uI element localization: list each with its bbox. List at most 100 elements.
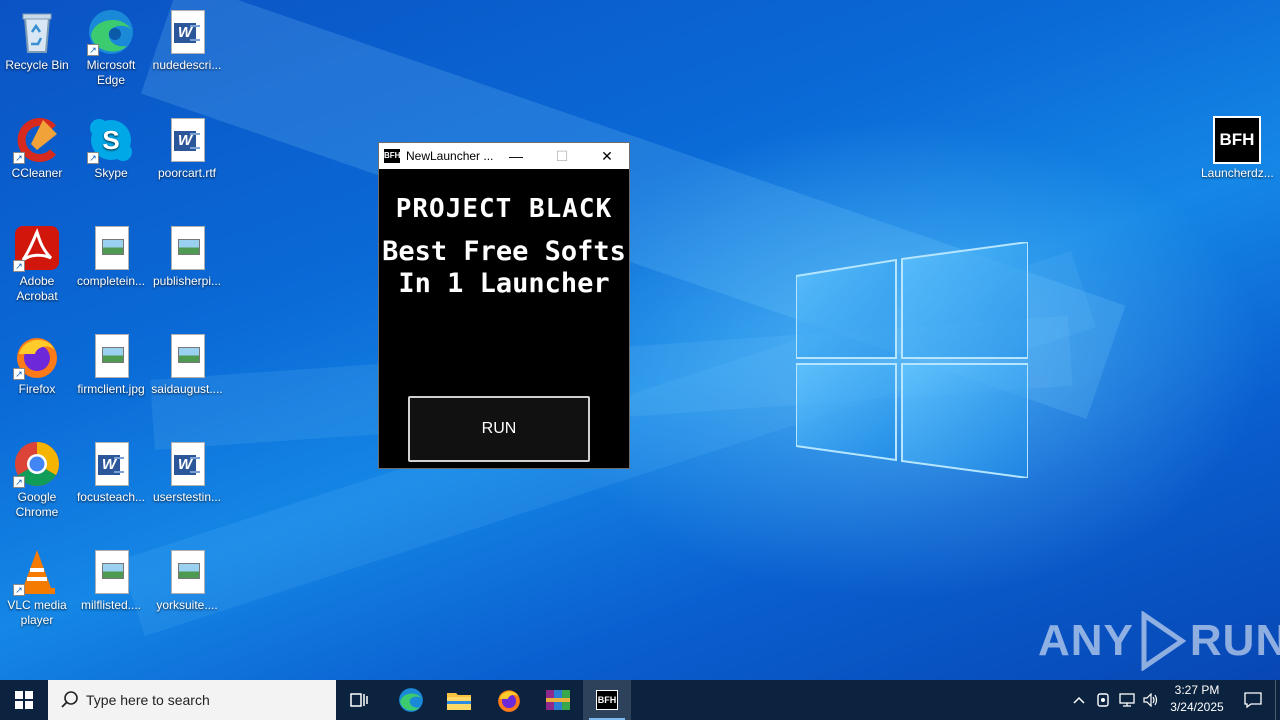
desktop-icon-userstestin[interactable]: W userstestin... [150,440,224,505]
icon-label: poorcart.rtf [157,166,217,180]
desktop-icon-yorksuite[interactable]: yorksuite.... [150,548,224,613]
icon-label: Launcherdz... [1201,166,1274,180]
icon-label: nudedescri... [152,58,222,72]
desktop-icon-firefox[interactable]: ↗ Firefox [0,332,74,397]
image-file-icon [163,224,211,272]
bfh-app-icon: BFH [1213,116,1261,164]
folder-icon [447,693,471,710]
bfh-app-icon: BFH [596,690,618,710]
desktop-icon-saidaugust[interactable]: saidaugust.... [150,332,224,397]
taskbar-bfh-launcher[interactable]: BFH [583,680,631,720]
icon-label: Firefox [18,382,56,396]
watermark-text-right: RUN [1189,616,1280,665]
taskbar-firefox[interactable] [485,680,533,720]
word-document-icon: W [163,116,211,164]
icon-label: CCleaner [11,166,63,180]
show-hidden-icons-button[interactable] [1068,680,1090,720]
shortcut-arrow-icon: ↗ [87,44,99,56]
icon-label: Skype [94,166,128,180]
close-button[interactable]: ✕ [584,143,630,169]
desktop-icon-nudedescri[interactable]: W nudedescri... [150,8,224,73]
vlc-icon: ↗ [13,548,61,596]
show-desktop-button[interactable] [1275,680,1280,720]
taskbar-edge[interactable] [387,680,435,720]
volume-icon [1143,693,1158,707]
desktop-icon-ccleaner[interactable]: ↗ CCleaner [0,116,74,181]
notification-icon [1244,692,1262,708]
network-icon [1119,693,1135,707]
icon-label: milflisted.... [80,598,141,612]
taskbar-winrar[interactable] [534,680,582,720]
word-document-icon: W [163,8,211,56]
taskbar: BFH 3:27 PM 3/24/2025 [0,680,1280,720]
icon-label: publisherpi... [152,274,222,288]
icon-label: completein... [76,274,146,288]
chrome-icon: ↗ [13,440,61,488]
shortcut-arrow-icon: ↗ [13,260,25,272]
desktop-icon-skype[interactable]: S ↗ Skype [74,116,148,181]
tagline-line-1: Best Free Softs [382,236,626,267]
desktop-icon-launcherdz[interactable]: BFH Launcherdz... [1200,116,1274,181]
desktop-icon-google-chrome[interactable]: ↗ Google Chrome [0,440,74,520]
icon-label: yorksuite.... [156,598,218,612]
shortcut-arrow-icon: ↗ [13,584,25,596]
shortcut-arrow-icon: ↗ [13,368,25,380]
window-title: NewLauncher ... [406,149,494,163]
icon-label: Recycle Bin [5,58,69,72]
recycle-bin-icon [13,8,61,56]
desktop-icon-vlc[interactable]: ↗ VLC media player [0,548,74,628]
window-titlebar[interactable]: BFH NewLauncher ... — ☐ ✕ [379,143,629,169]
shortcut-arrow-icon: ↗ [13,476,25,488]
close-icon: ✕ [601,147,613,164]
image-file-icon [87,548,135,596]
clock-time: 3:27 PM [1174,683,1220,697]
desktop-icon-focusteach[interactable]: W focusteach... [74,440,148,505]
maximize-button[interactable]: ☐ [539,143,585,169]
image-file-icon [163,548,211,596]
windows-logo [796,242,1028,478]
ccleaner-icon: ↗ [13,116,61,164]
word-document-icon: W [163,440,211,488]
tray-network-button[interactable] [1116,680,1138,720]
shortcut-arrow-icon: ↗ [13,152,25,164]
task-view-button[interactable] [336,680,384,720]
search-input[interactable] [86,692,326,708]
image-file-icon [87,332,135,380]
desktop-icon-adobe-acrobat[interactable]: ↗ Adobe Acrobat [0,224,74,304]
desktop-icon-publisherpi[interactable]: publisherpi... [150,224,224,289]
window-content: PROJECT BLACK Best Free Softs In 1 Launc… [379,170,629,468]
desktop-icon-recycle-bin[interactable]: Recycle Bin [0,8,74,73]
icon-label: Google Chrome [15,490,59,519]
minimize-button[interactable]: — [493,143,539,169]
tagline: Best Free Softs In 1 Launcher [379,236,629,300]
taskbar-file-explorer[interactable] [435,680,483,720]
bfh-app-icon: BFH [384,149,400,163]
task-view-icon [350,693,368,707]
action-center-button[interactable] [1232,680,1274,720]
acrobat-icon: ↗ [13,224,61,272]
watermark-text-left: ANY [1038,616,1134,665]
windows-start-icon [15,691,33,709]
start-button[interactable] [0,680,48,720]
tray-device-button[interactable] [1092,680,1114,720]
desktop-icon-milflisted[interactable]: milflisted.... [74,548,148,613]
taskbar-search[interactable] [48,680,336,720]
winrar-icon [546,690,570,710]
search-icon [61,691,78,708]
icon-label: focusteach... [76,490,146,504]
firefox-icon [498,690,520,712]
run-button[interactable]: RUN [408,396,590,462]
desktop-icon-poorcart[interactable]: W poorcart.rtf [150,116,224,181]
desktop-icon-completein[interactable]: completein... [74,224,148,289]
desktop-icon-microsoft-edge[interactable]: ↗ Microsoft Edge [74,8,148,88]
minimize-icon: — [509,148,523,164]
heading-title: PROJECT BLACK [395,194,613,224]
desktop-icon-firmclient[interactable]: firmclient.jpg [74,332,148,397]
tray-volume-button[interactable] [1140,680,1162,720]
desktop-background: Recycle Bin ↗ CCleaner ↗ Adobe Acrobat ↗… [0,0,1280,680]
skype-icon: S ↗ [87,116,135,164]
taskbar-clock[interactable]: 3:27 PM 3/24/2025 [1164,682,1230,716]
icon-label: Microsoft Edge [86,58,136,87]
play-icon [1141,611,1186,671]
edge-icon: ↗ [87,8,135,56]
